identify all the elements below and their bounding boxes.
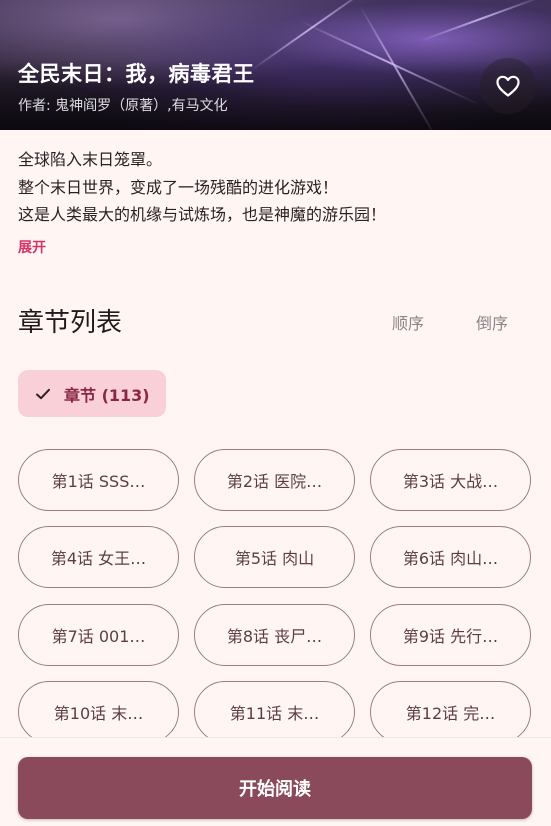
episode-button[interactable]: 第8话 丧尸… xyxy=(194,604,355,666)
chapter-list-title: 章节列表 xyxy=(18,308,123,338)
episode-button[interactable]: 第1话 SSS… xyxy=(18,449,179,511)
comic-author: 作者: 鬼神阎罗（原著）,有马文化 xyxy=(18,98,228,114)
sort-ascending-button[interactable]: 顺序 xyxy=(392,310,424,334)
episode-label: 第2话 医院… xyxy=(226,472,323,491)
chapter-filter-label: 章节 (113) xyxy=(64,385,150,405)
check-icon xyxy=(36,388,50,399)
cover-banner: 全民末日：我，病毒君王 作者: 鬼神阎罗（原著）,有马文化 xyxy=(0,0,551,130)
episode-button[interactable]: 第11话 末… xyxy=(194,681,355,743)
episode-button[interactable]: 第6话 肉山… xyxy=(370,526,531,588)
episode-button[interactable]: 第4话 女王… xyxy=(18,526,179,588)
episode-label: 第1话 SSS… xyxy=(51,472,146,491)
episode-label: 第10话 末… xyxy=(53,704,144,723)
comic-title: 全民末日：我，病毒君王 xyxy=(18,62,255,86)
episode-button[interactable]: 第10话 末… xyxy=(18,681,179,743)
episode-label: 第4话 女王… xyxy=(50,549,147,568)
description-line: 全球陷入末日笼罩。 xyxy=(18,150,163,169)
episode-label: 第8话 丧尸… xyxy=(226,627,323,646)
episode-button[interactable]: 第9话 先行… xyxy=(370,604,531,666)
chapter-filter-chip[interactable]: 章节 (113) xyxy=(18,370,166,417)
episode-label: 第7话 001… xyxy=(51,627,146,646)
sort-descending-button[interactable]: 倒序 xyxy=(476,310,508,334)
episode-button[interactable]: 第3话 大战… xyxy=(370,449,531,511)
expand-description-button[interactable]: 展开 xyxy=(18,237,46,257)
favorite-button[interactable] xyxy=(480,58,536,114)
episode-button[interactable]: 第5话 肉山 xyxy=(194,526,355,588)
description-line: 整个末日世界，变成了一场残酷的进化游戏！ xyxy=(18,177,339,197)
episode-label: 第6话 肉山… xyxy=(402,549,499,568)
comic-description: 全球陷入末日笼罩。 整个末日世界，变成了一场残酷的进化游戏！ 这是人类最大的机缘… xyxy=(18,146,533,229)
episode-button[interactable]: 第7话 001… xyxy=(18,604,179,666)
cover-art-streak xyxy=(419,0,543,42)
episode-button[interactable]: 第12话 完… xyxy=(370,681,531,743)
episode-label: 第11话 末… xyxy=(229,704,320,723)
description-line: 这是人类最大的机缘与试炼场，也是神魔的游乐园！ xyxy=(18,205,387,224)
episode-button[interactable]: 第2话 医院… xyxy=(194,449,355,511)
heart-outline-icon xyxy=(496,75,520,97)
episode-label: 第9话 先行… xyxy=(402,627,499,646)
episode-label: 第12话 完… xyxy=(405,704,496,723)
episode-label: 第5话 肉山 xyxy=(234,549,315,568)
start-reading-button[interactable]: 开始阅读 xyxy=(18,757,532,819)
episode-label: 第3话 大战… xyxy=(402,472,499,491)
